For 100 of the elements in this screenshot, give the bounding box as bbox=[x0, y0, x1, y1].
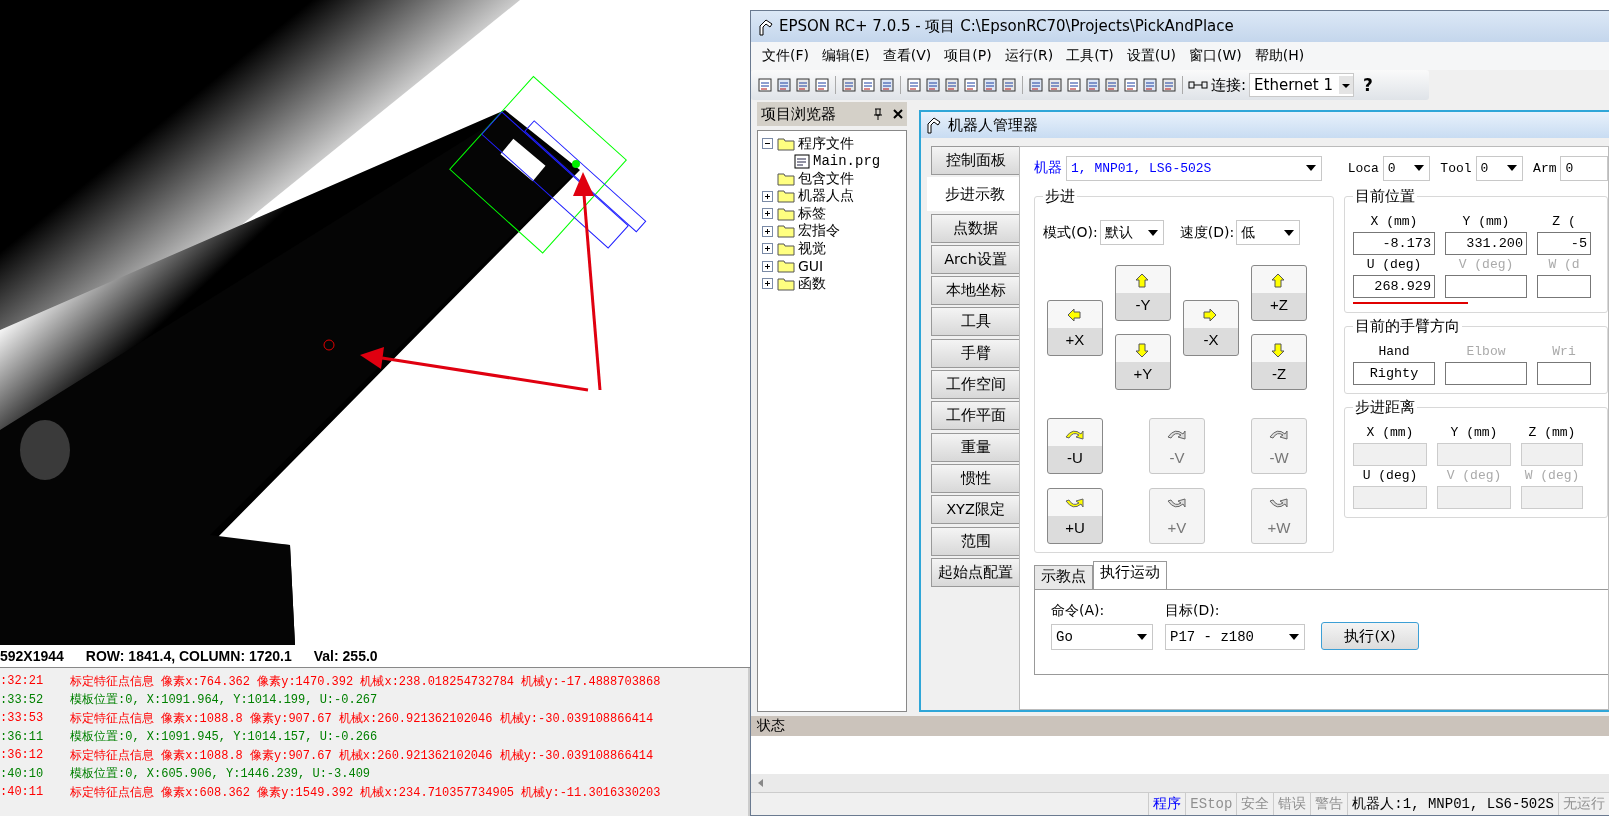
menu-item[interactable]: 帮助(H) bbox=[1249, 47, 1310, 65]
speed-select[interactable]: 低 bbox=[1236, 220, 1301, 245]
input-field[interactable] bbox=[1437, 486, 1511, 509]
side-tab[interactable]: 范围 bbox=[931, 526, 1019, 556]
feature-point bbox=[572, 160, 580, 168]
field-label: X (mm) bbox=[1366, 425, 1414, 442]
menu-item[interactable]: 编辑(E) bbox=[817, 47, 875, 65]
expander-icon[interactable] bbox=[762, 225, 773, 237]
log-time: :40:11 bbox=[0, 785, 45, 800]
input-field[interactable] bbox=[1353, 443, 1427, 466]
caret-icon bbox=[1339, 76, 1354, 94]
caret-icon bbox=[1283, 228, 1296, 237]
tree-item[interactable]: 机器人点 bbox=[798, 187, 854, 206]
execute-button[interactable]: 执行(X) bbox=[1321, 622, 1419, 650]
jog-button[interactable]: +Y bbox=[1115, 334, 1171, 390]
field-label: U (deg) bbox=[1366, 257, 1422, 274]
jog-button[interactable]: -Y bbox=[1115, 265, 1171, 321]
selector-label: Tool bbox=[1440, 160, 1472, 176]
tree-item[interactable]: 宏指令 bbox=[798, 222, 840, 241]
close-icon[interactable] bbox=[893, 109, 903, 119]
menu-item[interactable]: 查看(V) bbox=[877, 47, 937, 65]
menu-item[interactable]: 工具(T) bbox=[1061, 47, 1119, 65]
jog-button[interactable]: -W bbox=[1251, 418, 1307, 474]
folder-icon bbox=[777, 136, 795, 151]
side-tab[interactable]: 重量 bbox=[931, 432, 1019, 462]
tree-item[interactable]: 程序文件 bbox=[798, 134, 854, 153]
side-tab[interactable]: XYZ限定 bbox=[931, 495, 1019, 525]
target-select[interactable]: P17 - z180 bbox=[1165, 624, 1305, 650]
expander-icon[interactable] bbox=[762, 278, 773, 290]
expander-icon[interactable] bbox=[762, 208, 773, 220]
side-tab[interactable]: 本地坐标 bbox=[931, 276, 1019, 306]
pin-icon[interactable] bbox=[873, 108, 883, 120]
robot-select[interactable]: 1, MNP01, LS6-502S bbox=[1066, 155, 1322, 181]
side-tab[interactable]: 起始点配置 bbox=[931, 557, 1019, 587]
folder-icon bbox=[777, 189, 795, 204]
jog-button[interactable]: +W bbox=[1251, 488, 1307, 544]
menu-item[interactable]: 文件(F) bbox=[757, 47, 814, 65]
tree-item[interactable]: Main.prg bbox=[813, 153, 881, 170]
expander-icon[interactable] bbox=[762, 260, 773, 272]
folder-icon bbox=[777, 171, 795, 186]
status-item: 警告 bbox=[1310, 793, 1348, 815]
expander-icon[interactable] bbox=[762, 243, 773, 255]
jog-button[interactable]: -Z bbox=[1251, 334, 1307, 390]
status-item: 无运行 bbox=[1558, 793, 1609, 815]
scroll-left-icon[interactable] bbox=[757, 778, 765, 788]
menu-item[interactable]: 窗口(W) bbox=[1183, 47, 1247, 65]
field-label: 目标(D): bbox=[1165, 602, 1221, 620]
menu-item[interactable]: 设置(U) bbox=[1121, 47, 1181, 65]
field-label: U (deg) bbox=[1362, 468, 1418, 485]
tab[interactable]: 执行运动 bbox=[1093, 561, 1167, 589]
window-title: EPSON RC+ 7.0.5 - 项目 C:\EpsonRC70\Projects\PickAndPlace bbox=[779, 17, 1234, 36]
input-field[interactable] bbox=[1521, 443, 1583, 466]
jog-button[interactable]: +Z bbox=[1251, 265, 1307, 321]
tree-item[interactable]: 包含文件 bbox=[798, 169, 854, 188]
side-tab[interactable]: 步进示教 bbox=[927, 177, 1021, 212]
number-select[interactable]: 0 bbox=[1475, 155, 1524, 181]
number-select[interactable]: 0 bbox=[1560, 155, 1608, 181]
field-label: Y (mm) bbox=[1450, 425, 1498, 442]
arrow-icon bbox=[1066, 307, 1084, 324]
command-select[interactable]: Go bbox=[1051, 624, 1153, 650]
field-label: Z ( bbox=[1552, 214, 1576, 231]
caret-icon bbox=[1413, 164, 1426, 172]
jog-button[interactable]: -X bbox=[1183, 299, 1239, 356]
tree-item[interactable]: 标签 bbox=[798, 204, 826, 223]
status-item: 机器人:1, MNP01, LS6-502S bbox=[1347, 793, 1558, 815]
jog-button[interactable]: +X bbox=[1047, 299, 1103, 356]
log-time: :40:10 bbox=[0, 766, 45, 781]
input-field[interactable] bbox=[1437, 443, 1511, 466]
log-message: 标定特征点信息 像素x:1088.8 像素y:907.67 机械x:260.921362102046 机械y:-30.039108866414 bbox=[70, 747, 654, 764]
tree-item[interactable]: 视觉 bbox=[798, 239, 826, 258]
tree-item[interactable]: GUI bbox=[798, 258, 824, 275]
input-field[interactable] bbox=[1353, 486, 1427, 509]
number-select[interactable]: 0 bbox=[1382, 155, 1431, 181]
menu-item[interactable]: 项目(P) bbox=[939, 47, 997, 65]
side-tab[interactable]: 点数据 bbox=[931, 213, 1019, 243]
side-tab[interactable]: 控制面板 bbox=[931, 146, 1019, 175]
connection-select[interactable]: Ethernet 1 bbox=[1249, 73, 1355, 97]
jog-button[interactable]: -V bbox=[1149, 418, 1205, 474]
log-message: 标定特征点信息 像素x:608.362 像素y:1549.392 机械x:234.710357734905 机械y:-11.3016330203 bbox=[70, 784, 661, 801]
input-field[interactable] bbox=[1521, 486, 1583, 509]
scrollbar[interactable] bbox=[751, 774, 1609, 792]
side-tab[interactable]: 工作空间 bbox=[931, 370, 1019, 400]
side-tab[interactable]: 工具 bbox=[931, 307, 1019, 337]
field-label: 命令(A): bbox=[1051, 602, 1106, 620]
caret-icon bbox=[1288, 633, 1300, 641]
tab[interactable]: 示教点 bbox=[1034, 565, 1093, 589]
side-tab[interactable]: 手臂 bbox=[931, 338, 1019, 368]
jog-button[interactable]: +U bbox=[1047, 488, 1103, 544]
expander-icon[interactable] bbox=[762, 190, 773, 202]
mode-select[interactable]: 默认 bbox=[1099, 220, 1164, 245]
help-button[interactable]: ? bbox=[1357, 75, 1379, 95]
status-item: EStop bbox=[1185, 793, 1237, 815]
side-tab[interactable]: 工作平面 bbox=[931, 401, 1019, 431]
side-tab[interactable]: 惯性 bbox=[931, 463, 1019, 493]
jog-button[interactable]: -U bbox=[1047, 418, 1103, 474]
tree-item[interactable]: 函数 bbox=[798, 274, 826, 293]
jog-button[interactable]: +V bbox=[1149, 488, 1205, 544]
expander-icon[interactable] bbox=[762, 138, 773, 150]
menu-item[interactable]: 运行(R) bbox=[999, 47, 1059, 65]
side-tab[interactable]: Arch设置 bbox=[931, 244, 1019, 274]
